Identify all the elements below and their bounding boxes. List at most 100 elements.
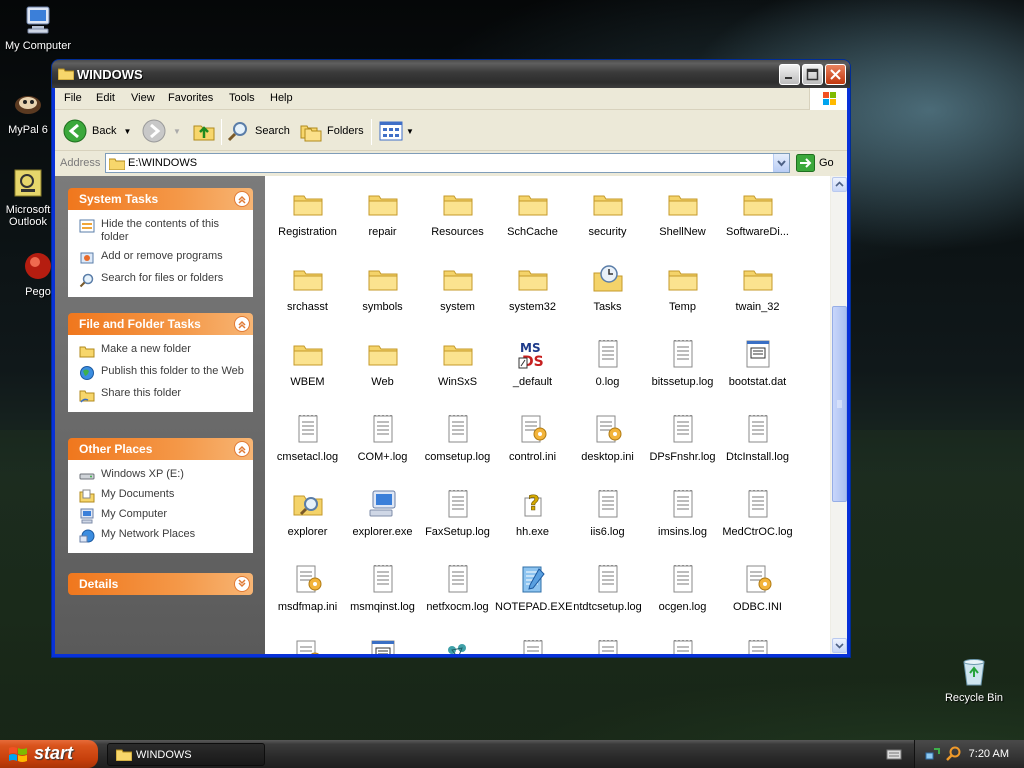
forward-button[interactable]: ▼: [142, 119, 181, 143]
menu-file[interactable]: File: [64, 92, 82, 104]
file-item[interactable]: ocgen.log: [645, 563, 720, 613]
file-item[interactable]: netfxocm.log: [420, 563, 495, 613]
file-folder-tasks-header[interactable]: File and Folder Tasks: [68, 313, 253, 335]
file-item[interactable]: srchasst: [270, 263, 345, 313]
file-item[interactable]: Resources: [420, 188, 495, 238]
system-tasks-header[interactable]: System Tasks: [68, 188, 253, 210]
keyboard-icon[interactable]: [886, 748, 902, 763]
file-item[interactable]: system32: [495, 263, 570, 313]
desktop-icon-recycle-bin[interactable]: Recycle Bin: [936, 656, 1012, 704]
make-new-folder-link[interactable]: Make a new folder: [79, 343, 245, 359]
file-item[interactable]: msdfmap.ini: [270, 563, 345, 613]
search-files-link[interactable]: Search for files or folders: [79, 272, 245, 288]
start-button[interactable]: start: [0, 740, 98, 768]
up-folder-button[interactable]: [192, 119, 216, 143]
my-network-places-link[interactable]: My Network Places: [79, 528, 245, 544]
expand-icon[interactable]: [234, 576, 250, 592]
go-button[interactable]: Go: [796, 154, 834, 172]
file-item[interactable]: repair: [345, 188, 420, 238]
search-button[interactable]: Search: [227, 119, 290, 143]
file-item[interactable]: ? hh.exe: [495, 488, 570, 538]
file-item[interactable]: [570, 638, 645, 654]
chevron-down-icon[interactable]: ▼: [406, 127, 414, 136]
file-item[interactable]: ODBC.INI: [720, 563, 795, 613]
file-item[interactable]: bootstat.dat: [720, 338, 795, 388]
file-item[interactable]: 0.log: [570, 338, 645, 388]
file-item[interactable]: bitssetup.log: [645, 338, 720, 388]
chevron-down-icon[interactable]: ▼: [173, 127, 181, 136]
file-item[interactable]: NOTEPAD.EXE: [495, 563, 572, 613]
file-item[interactable]: COM+.log: [345, 413, 420, 463]
collapse-icon[interactable]: [234, 191, 250, 207]
file-item[interactable]: [645, 638, 720, 654]
file-item[interactable]: SchCache: [495, 188, 570, 238]
file-item[interactable]: WBEM: [270, 338, 345, 388]
maximize-button[interactable]: [802, 64, 823, 85]
file-item[interactable]: msmqinst.log: [345, 563, 420, 613]
file-item[interactable]: [495, 638, 570, 654]
desktop-icon-my-computer[interactable]: My Computer: [0, 4, 76, 52]
collapse-icon[interactable]: [234, 441, 250, 457]
file-item[interactable]: [420, 638, 495, 654]
search-tray-icon[interactable]: [945, 746, 961, 762]
menu-view[interactable]: View: [131, 92, 155, 104]
explorer-window[interactable]: WINDOWS File Edit View Favorites Tools H…: [52, 60, 850, 657]
file-item[interactable]: comsetup.log: [420, 413, 495, 463]
file-item[interactable]: security: [570, 188, 645, 238]
publish-web-link[interactable]: Publish this folder to the Web: [79, 365, 245, 381]
file-item[interactable]: iis6.log: [570, 488, 645, 538]
file-item[interactable]: Registration: [270, 188, 345, 238]
file-item[interactable]: SoftwareDi...: [720, 188, 795, 238]
scroll-down-button[interactable]: [832, 638, 847, 653]
close-button[interactable]: [825, 64, 846, 85]
taskbar-item-windows[interactable]: WINDOWS: [107, 743, 265, 766]
minimize-button[interactable]: [779, 64, 800, 85]
file-item[interactable]: DtcInstall.log: [720, 413, 795, 463]
file-item[interactable]: [720, 638, 795, 654]
file-item[interactable]: explorer: [270, 488, 345, 538]
file-item[interactable]: DPsFnshr.log: [645, 413, 720, 463]
menu-edit[interactable]: Edit: [96, 92, 115, 104]
file-item[interactable]: twain_32: [720, 263, 795, 313]
menu-help[interactable]: Help: [270, 92, 293, 104]
address-dropdown-button[interactable]: [773, 154, 789, 172]
desktop-icon-outlook[interactable]: Microsoft Outlook: [0, 168, 56, 228]
file-item[interactable]: MedCtrOC.log: [720, 488, 795, 538]
chevron-down-icon[interactable]: ▼: [123, 127, 131, 136]
views-button[interactable]: ▼: [379, 119, 414, 143]
file-item[interactable]: [345, 638, 420, 654]
my-documents-link[interactable]: My Documents: [79, 488, 245, 504]
file-item[interactable]: Web: [345, 338, 420, 388]
file-item[interactable]: ShellNew: [645, 188, 720, 238]
drive-e-link[interactable]: Windows XP (E:): [79, 468, 245, 484]
folders-button[interactable]: Folders: [300, 119, 364, 143]
file-item[interactable]: symbols: [345, 263, 420, 313]
add-remove-programs-link[interactable]: Add or remove programs: [79, 250, 245, 266]
file-item[interactable]: FaxSetup.log: [420, 488, 495, 538]
file-item[interactable]: explorer.exe: [345, 488, 420, 538]
details-header[interactable]: Details: [68, 573, 253, 595]
scroll-thumb[interactable]: [832, 306, 847, 502]
file-list-view[interactable]: Registration repair Resources SchCache secur…: [265, 176, 830, 654]
file-item[interactable]: system: [420, 263, 495, 313]
file-item[interactable]: control.ini: [495, 413, 570, 463]
file-item[interactable]: [270, 638, 345, 654]
file-item[interactable]: ntdtcsetup.log: [570, 563, 645, 613]
title-bar[interactable]: WINDOWS: [52, 60, 850, 88]
file-item[interactable]: desktop.ini: [570, 413, 645, 463]
hide-contents-link[interactable]: Hide the contents of this folder: [79, 218, 245, 244]
scroll-up-button[interactable]: [832, 177, 847, 192]
file-item[interactable]: Temp: [645, 263, 720, 313]
file-item[interactable]: imsins.log: [645, 488, 720, 538]
collapse-icon[interactable]: [234, 316, 250, 332]
address-input[interactable]: E:\WINDOWS: [105, 153, 790, 173]
menu-tools[interactable]: Tools: [229, 92, 255, 104]
file-item[interactable]: MS DS _default: [495, 338, 570, 388]
my-computer-link[interactable]: My Computer: [79, 508, 245, 524]
network-tray-icon[interactable]: [925, 746, 941, 762]
desktop-icon-mypal[interactable]: MyPal 6: [0, 88, 56, 136]
menu-favorites[interactable]: Favorites: [168, 92, 213, 104]
back-button[interactable]: Back ▼: [63, 119, 131, 143]
vertical-scrollbar[interactable]: [830, 176, 847, 654]
file-item[interactable]: WinSxS: [420, 338, 495, 388]
